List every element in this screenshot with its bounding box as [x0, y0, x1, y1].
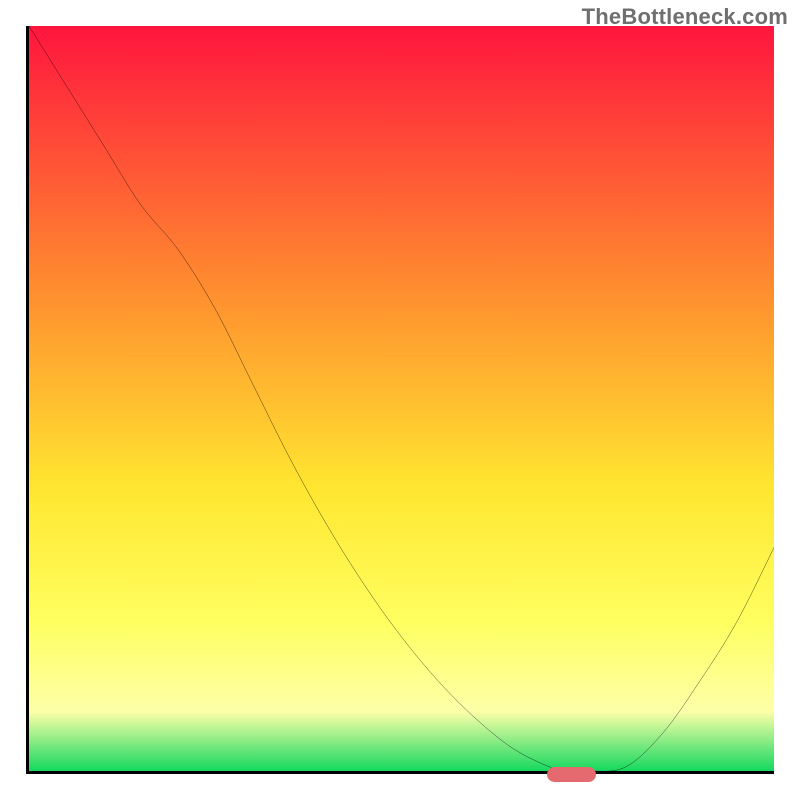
watermark-text: TheBottleneck.com [582, 4, 788, 30]
chart-container: TheBottleneck.com [0, 0, 800, 800]
chart-svg [29, 26, 774, 771]
background-gradient [29, 26, 774, 771]
optimal-marker [547, 767, 596, 782]
plot-area [26, 26, 774, 774]
